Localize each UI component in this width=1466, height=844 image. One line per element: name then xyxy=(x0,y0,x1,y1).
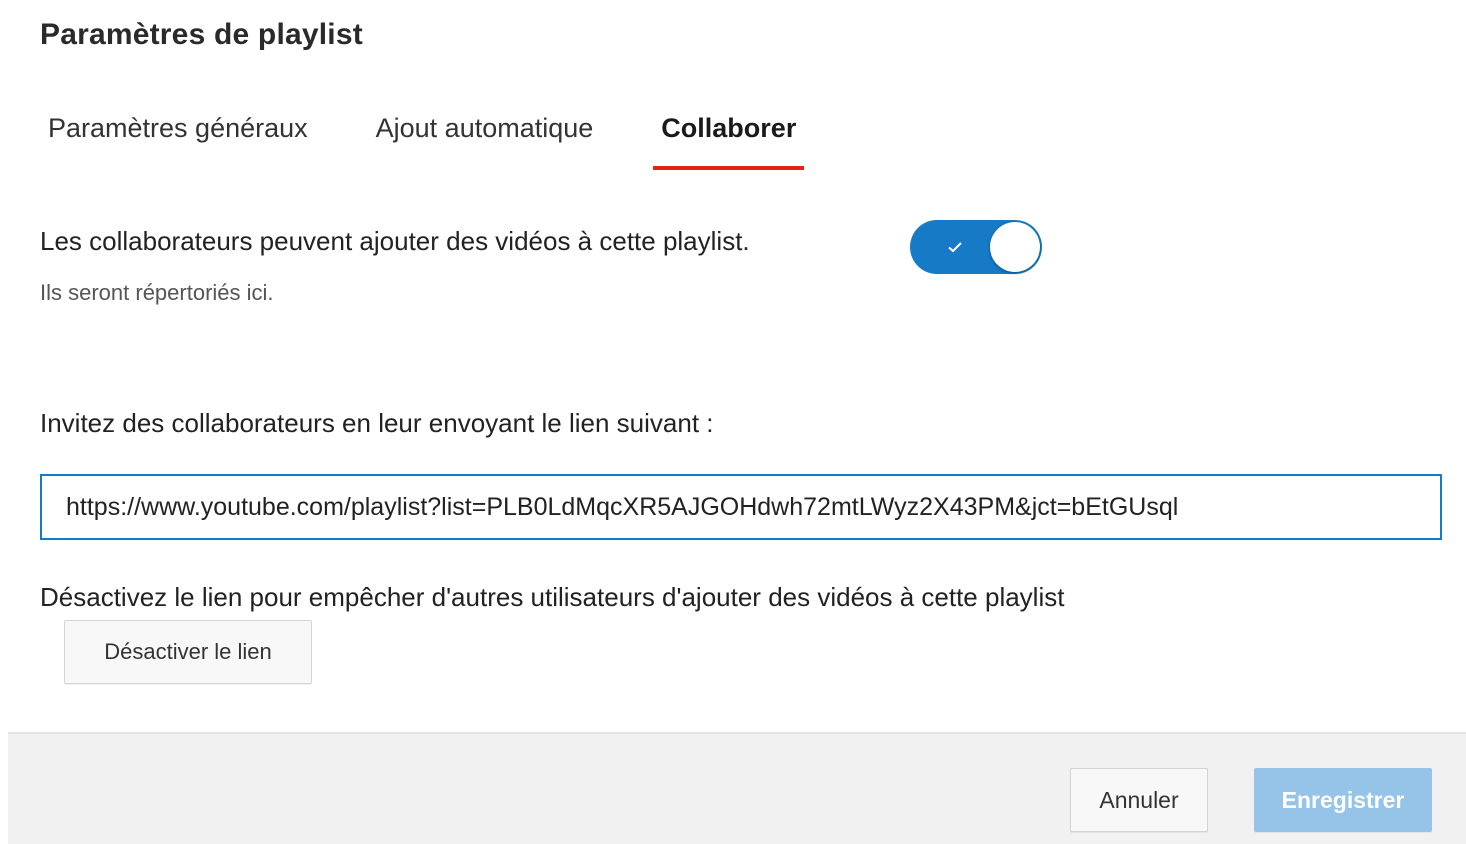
toggle-knob xyxy=(990,222,1040,272)
active-tab-indicator xyxy=(653,166,805,170)
save-button[interactable]: Enregistrer xyxy=(1254,768,1432,832)
disable-link-description: Désactivez le lien pour empêcher d'autre… xyxy=(40,582,1065,612)
cancel-button[interactable]: Annuler xyxy=(1070,768,1208,832)
tab-label: Ajout automatique xyxy=(375,113,594,143)
tab-label: Paramètres généraux xyxy=(48,113,308,143)
collaborators-toggle-sublabel: Ils seront répertoriés ici. xyxy=(40,280,274,305)
tab-collaborate[interactable]: Collaborer xyxy=(653,104,805,170)
invite-link-field[interactable] xyxy=(40,474,1442,540)
check-icon xyxy=(940,232,970,262)
dialog-footer xyxy=(8,732,1466,844)
collaborators-toggle-label: Les collaborateurs peuvent ajouter des v… xyxy=(40,226,750,256)
dialog-title: Paramètres de playlist xyxy=(40,18,363,51)
invite-label: Invitez des collaborateurs en leur envoy… xyxy=(40,408,714,438)
collaborators-toggle[interactable] xyxy=(910,220,1042,274)
tab-bar: Paramètres généraux Ajout automatique Co… xyxy=(40,104,805,170)
playlist-settings-dialog: Paramètres de playlist Paramètres généra… xyxy=(0,0,1466,844)
tab-label: Collaborer xyxy=(661,113,797,143)
tab-auto-add[interactable]: Ajout automatique xyxy=(376,104,594,170)
tab-general-settings[interactable]: Paramètres généraux xyxy=(48,104,308,170)
disable-link-button[interactable]: Désactiver le lien xyxy=(64,620,312,684)
